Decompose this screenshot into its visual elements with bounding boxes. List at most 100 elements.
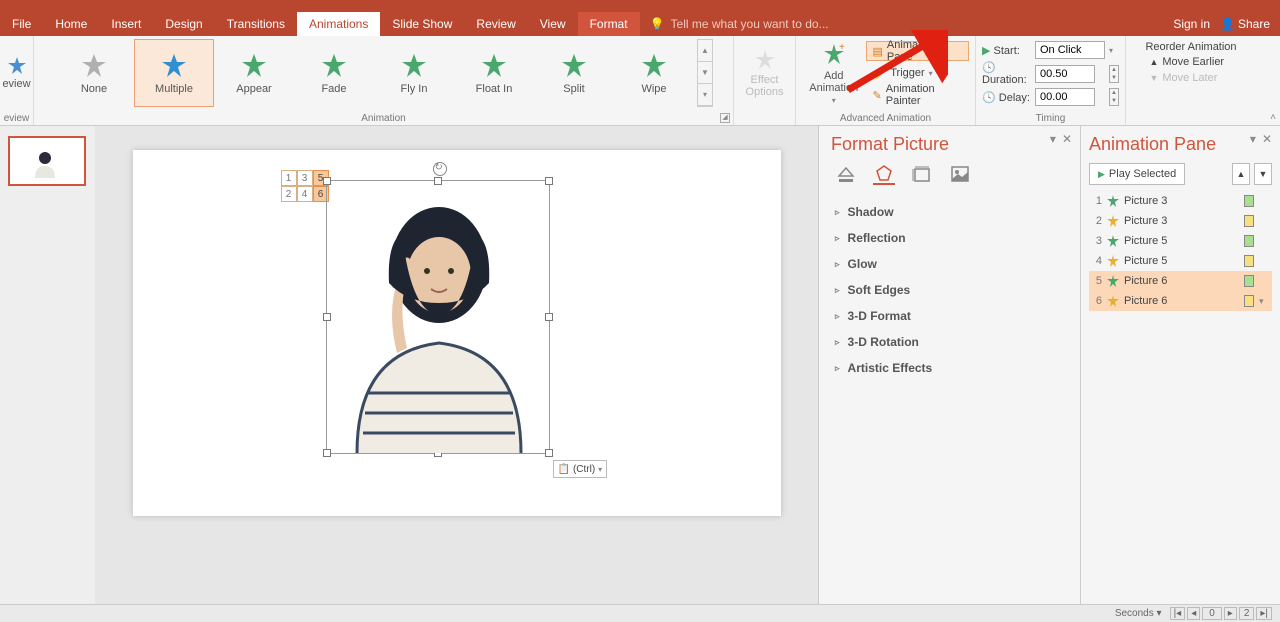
tab-view[interactable]: View	[528, 12, 578, 36]
thumbnail-preview-icon	[30, 148, 60, 178]
animation-wipe[interactable]: Wipe	[614, 39, 694, 107]
lightbulb-icon: 💡	[650, 17, 665, 31]
size-props-icon[interactable]	[911, 163, 933, 185]
effects-icon[interactable]	[873, 163, 895, 185]
preview-button[interactable]: eview	[2, 39, 32, 107]
section-artistic-effects[interactable]: Artistic Effects	[831, 355, 1068, 381]
animation-order-tags: 1 3 5 2 4 6	[281, 170, 329, 202]
tab-format[interactable]: Format	[578, 12, 640, 36]
slide-thumbnail-1[interactable]	[8, 136, 86, 186]
slide-thumbnails	[0, 126, 95, 604]
share-button[interactable]: 👤Share	[1220, 17, 1270, 31]
timing-group-label: Timing	[976, 113, 1125, 124]
pane-options-icon[interactable]: ▾	[1050, 132, 1056, 146]
seconds-label[interactable]: Seconds ▾	[1115, 608, 1162, 619]
animation-float-in[interactable]: Float In	[454, 39, 534, 107]
animation-split[interactable]: Split	[534, 39, 614, 107]
tell-me-search[interactable]: 💡 Tell me what you want to do...	[640, 12, 829, 36]
animation-list: 1Picture 32Picture 33Picture 54Picture 5…	[1089, 191, 1272, 311]
start-dropdown-arrow[interactable]: ▾	[1109, 46, 1119, 55]
trigger-icon: ⚡	[873, 67, 887, 80]
animation-pane: ▾ ✕ Animation Pane ▶Play Selected ▲ ▼ 1Pi…	[1080, 126, 1280, 604]
slide-canvas-area[interactable]: 1 3 5 2 4 6	[95, 126, 818, 604]
format-picture-pane: ▾✕ Format Picture ShadowReflectionGlowSo…	[818, 126, 1080, 604]
anim-list-item-6[interactable]: 6Picture 6▾	[1089, 291, 1272, 311]
tab-insert[interactable]: Insert	[99, 12, 153, 36]
title-bar	[0, 0, 1280, 12]
delay-spinner[interactable]: ▲▼	[1109, 88, 1119, 106]
close-icon[interactable]: ✕	[1262, 132, 1272, 146]
anim-tag-3[interactable]: 3	[297, 170, 313, 186]
ribbon: eview eview NoneMultipleAppearFadeFly In…	[0, 36, 1280, 126]
clock-icon: 🕓	[982, 62, 996, 74]
add-animation-icon: +	[821, 42, 847, 68]
tab-review[interactable]: Review	[464, 12, 527, 36]
tab-slideshow[interactable]: Slide Show	[380, 12, 464, 36]
animation-group-launcher[interactable]: ◢	[720, 113, 730, 123]
move-down-button[interactable]: ▼	[1254, 163, 1272, 185]
preview-group-label: eview	[0, 113, 33, 124]
delay-input[interactable]	[1035, 88, 1095, 106]
animation-group-label: Animation	[34, 113, 733, 124]
section-glow[interactable]: Glow	[831, 251, 1068, 277]
animation-multiple[interactable]: Multiple	[134, 39, 214, 107]
move-later-button: ▼Move Later	[1145, 71, 1236, 85]
animation-none[interactable]: None	[54, 39, 134, 107]
reorder-title: Reorder Animation	[1145, 41, 1236, 53]
section-soft-edges[interactable]: Soft Edges	[831, 277, 1068, 303]
clipboard-icon: 📋	[558, 464, 570, 475]
anim-list-item-1[interactable]: 1Picture 3	[1089, 191, 1272, 211]
advanced-group-label: Advanced Animation	[796, 113, 975, 124]
animation-appear[interactable]: Appear	[214, 39, 294, 107]
resize-handle-tl[interactable]	[323, 177, 331, 185]
add-animation-button[interactable]: + Add Animation▾	[802, 39, 866, 107]
picture-icon[interactable]	[949, 163, 971, 185]
tab-file[interactable]: File	[0, 12, 43, 36]
anim-list-item-2[interactable]: 2Picture 3	[1089, 211, 1272, 231]
anim-list-item-5[interactable]: 5Picture 6	[1089, 271, 1272, 291]
animation-gallery[interactable]: NoneMultipleAppearFadeFly InFloat InSpli…	[54, 39, 713, 107]
anim-list-item-4[interactable]: 4Picture 5	[1089, 251, 1272, 271]
animation-painter-button[interactable]: ✎ Animation Painter	[866, 85, 969, 105]
anim-tag-2[interactable]: 2	[281, 186, 297, 202]
play-icon: ▶	[1098, 169, 1105, 180]
collapse-ribbon-icon[interactable]: ˄	[1270, 112, 1276, 123]
tab-design[interactable]: Design	[153, 12, 214, 36]
duration-label: 🕓 Duration:	[982, 61, 1031, 86]
chevron-down-icon: ▾	[598, 465, 602, 474]
fill-line-icon[interactable]	[835, 163, 857, 185]
section-shadow[interactable]: Shadow	[831, 199, 1068, 225]
resize-handle-tr[interactable]	[545, 177, 553, 185]
close-icon[interactable]: ✕	[1062, 132, 1072, 146]
anim-tag-4[interactable]: 4	[297, 186, 313, 202]
trigger-button[interactable]: ⚡ Trigger▾	[866, 63, 969, 83]
signin-link[interactable]: Sign in	[1173, 17, 1210, 31]
move-earlier-button[interactable]: ▲Move Earlier	[1145, 55, 1236, 69]
animation-pane-title: Animation Pane	[1089, 134, 1272, 155]
play-selected-button[interactable]: ▶Play Selected	[1089, 163, 1185, 185]
tab-transitions[interactable]: Transitions	[215, 12, 297, 36]
section-3-d-format[interactable]: 3-D Format	[831, 303, 1068, 329]
gallery-scroll[interactable]: ▲▼▾	[697, 39, 713, 107]
section-3-d-rotation[interactable]: 3-D Rotation	[831, 329, 1068, 355]
picture-content	[327, 193, 551, 453]
rotation-handle[interactable]	[433, 162, 447, 176]
tab-home[interactable]: Home	[43, 12, 99, 36]
picture-selection-box[interactable]	[326, 180, 550, 454]
move-up-button[interactable]: ▲	[1232, 163, 1250, 185]
timeline-nav[interactable]: |◂ ◂ 0 ▸ 2 ▸|	[1170, 607, 1272, 620]
animation-pane-button[interactable]: ▤ Animation Pane	[866, 41, 969, 61]
animation-fly-in[interactable]: Fly In	[374, 39, 454, 107]
resize-handle-tm[interactable]	[434, 177, 442, 185]
animation-fade[interactable]: Fade	[294, 39, 374, 107]
start-dropdown[interactable]	[1035, 41, 1105, 59]
duration-spinner[interactable]: ▲▼	[1109, 65, 1119, 83]
anim-tag-1[interactable]: 1	[281, 170, 297, 186]
paste-options-popup[interactable]: 📋 (Ctrl) ▾	[553, 460, 608, 478]
duration-input[interactable]	[1035, 65, 1095, 83]
anim-list-item-3[interactable]: 3Picture 5	[1089, 231, 1272, 251]
painter-icon: ✎	[873, 89, 882, 102]
section-reflection[interactable]: Reflection	[831, 225, 1068, 251]
pane-options-icon[interactable]: ▾	[1250, 132, 1256, 146]
tab-animations[interactable]: Animations	[297, 12, 380, 36]
